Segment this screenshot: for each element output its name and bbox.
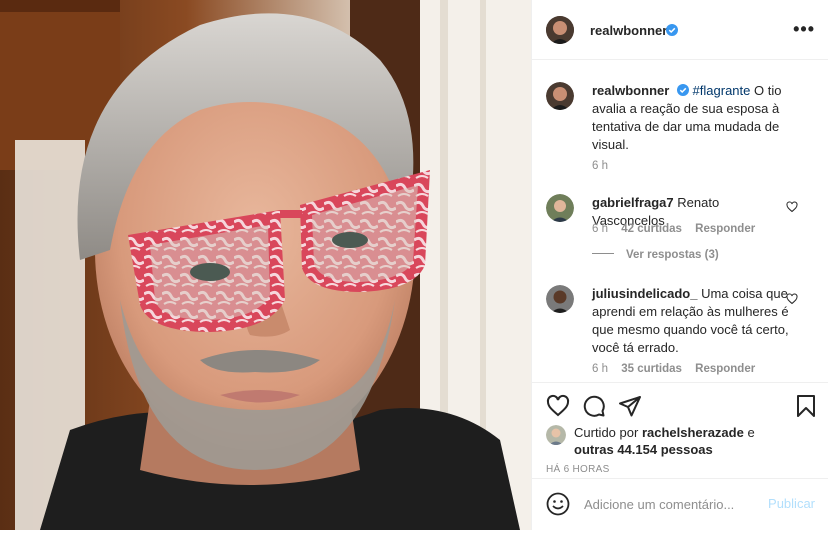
comment-text: juliusindelicado_ Uma coisa que aprendi … (592, 285, 792, 357)
liked-by-conj: e (747, 425, 755, 440)
comment-reply-button[interactable]: Responder (695, 363, 755, 375)
caption-username[interactable]: realwbonner (592, 83, 669, 98)
comment-time: 6 h (592, 363, 608, 375)
verified-icon (676, 84, 689, 96)
comment-reply-button[interactable]: Responder (695, 223, 755, 235)
post-timestamp[interactable]: HÁ 6 HORAS (546, 464, 610, 475)
comments-list: realwbonner #flagrante O tio avalia a re… (532, 60, 828, 382)
replies-line (592, 253, 614, 254)
comment-meta: 6 h 35 curtidas Responder (592, 363, 755, 375)
liked-by-avatar[interactable] (546, 425, 566, 445)
comment-username[interactable]: juliusindelicado_ (592, 286, 697, 301)
post-details-panel: realwbonner ••• realwbonner #flagrante O… (531, 0, 828, 530)
emoji-icon[interactable] (546, 492, 570, 516)
more-options-icon[interactable]: ••• (793, 20, 815, 38)
caption-hashtag[interactable]: #flagrante (693, 83, 751, 98)
comment-likes[interactable]: 42 curtidas (621, 223, 682, 235)
publish-button[interactable]: Publicar (768, 496, 815, 511)
add-comment-bar: Publicar (532, 478, 828, 530)
post-modal: realwbonner ••• realwbonner #flagrante O… (0, 0, 828, 530)
liked-by-others[interactable]: outras 44.154 pessoas (574, 442, 713, 457)
comment-icon[interactable] (582, 394, 606, 418)
caption-avatar[interactable] (546, 82, 574, 110)
heart-icon[interactable] (546, 394, 570, 418)
liked-by-prefix: Curtido por (574, 425, 639, 440)
avatar[interactable] (546, 16, 574, 44)
comment-username[interactable]: gabrielfraga7 (592, 195, 674, 210)
comment-avatar[interactable] (546, 194, 574, 222)
header-username[interactable]: realwbonner (590, 23, 667, 38)
post-photo[interactable] (0, 0, 531, 530)
caption-time: 6 h (592, 160, 608, 172)
selfie-image (0, 0, 531, 530)
bookmark-icon[interactable] (794, 394, 818, 418)
comment-avatar[interactable] (546, 285, 574, 313)
liked-by-text: Curtido por rachelsherazade e outras 44.… (574, 424, 755, 458)
comment-like-icon[interactable] (786, 293, 798, 305)
post-header: realwbonner ••• (532, 0, 828, 60)
verified-icon (666, 24, 678, 36)
view-replies-label: Ver respostas (3) (626, 249, 719, 261)
comment-like-icon[interactable] (786, 201, 798, 213)
comment-likes[interactable]: 35 curtidas (621, 363, 682, 375)
liked-by-user[interactable]: rachelsherazade (642, 425, 744, 440)
comment-input[interactable] (584, 493, 764, 515)
share-icon[interactable] (618, 394, 642, 418)
comment-time: 6 h (592, 223, 608, 235)
view-replies-button[interactable]: Ver respostas (3) (592, 249, 719, 261)
caption-text: realwbonner #flagrante O tio avalia a re… (592, 82, 792, 154)
comment-meta: 6 h 42 curtidas Responder (592, 223, 755, 235)
